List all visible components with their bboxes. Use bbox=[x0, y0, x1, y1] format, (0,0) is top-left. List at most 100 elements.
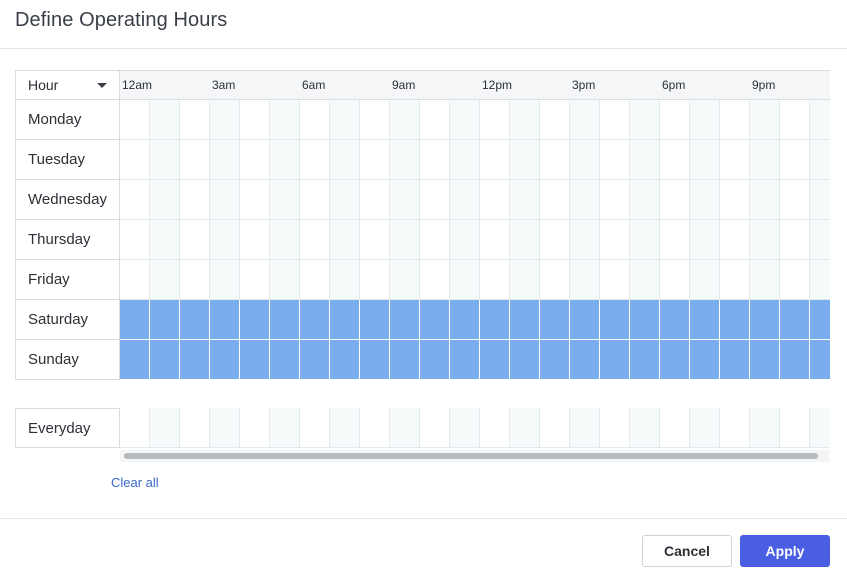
day-hour-cell[interactable] bbox=[240, 260, 270, 300]
day-hour-cell[interactable] bbox=[810, 300, 830, 340]
day-hour-cell[interactable] bbox=[360, 340, 390, 380]
day-hour-cell[interactable] bbox=[270, 180, 300, 220]
everyday-label[interactable]: Everyday bbox=[15, 408, 120, 448]
day-label[interactable]: Monday bbox=[15, 100, 120, 140]
everyday-hour-cell[interactable] bbox=[810, 408, 830, 448]
everyday-hour-cell[interactable] bbox=[720, 408, 750, 448]
day-hour-cell[interactable] bbox=[390, 180, 420, 220]
day-hour-cell[interactable] bbox=[540, 140, 570, 180]
day-hour-cell[interactable] bbox=[420, 300, 450, 340]
day-hour-cell[interactable] bbox=[720, 140, 750, 180]
everyday-hour-cell[interactable] bbox=[390, 408, 420, 448]
day-hour-cell[interactable] bbox=[510, 300, 540, 340]
day-hour-cell[interactable] bbox=[600, 340, 630, 380]
day-hour-cell[interactable] bbox=[690, 180, 720, 220]
day-hour-cell[interactable] bbox=[480, 340, 510, 380]
day-hour-cell[interactable] bbox=[210, 220, 240, 260]
day-hour-cell[interactable] bbox=[210, 300, 240, 340]
day-hour-cell[interactable] bbox=[360, 220, 390, 260]
day-hour-cell[interactable] bbox=[600, 260, 630, 300]
day-hour-cell[interactable] bbox=[120, 100, 150, 140]
day-hour-cell[interactable] bbox=[450, 180, 480, 220]
day-hour-cell[interactable] bbox=[450, 300, 480, 340]
day-hour-cell[interactable] bbox=[210, 140, 240, 180]
day-hour-cell[interactable] bbox=[330, 300, 360, 340]
day-hour-cell[interactable] bbox=[720, 300, 750, 340]
day-hour-cell[interactable] bbox=[120, 340, 150, 380]
day-hour-cell[interactable] bbox=[300, 340, 330, 380]
day-hour-cell[interactable] bbox=[420, 140, 450, 180]
day-hour-cell[interactable] bbox=[120, 260, 150, 300]
day-hour-cell[interactable] bbox=[570, 340, 600, 380]
day-hour-cell[interactable] bbox=[420, 260, 450, 300]
day-hour-cell[interactable] bbox=[450, 260, 480, 300]
day-hour-cell[interactable] bbox=[450, 100, 480, 140]
day-hour-cell[interactable] bbox=[510, 180, 540, 220]
day-hour-cell[interactable] bbox=[780, 300, 810, 340]
day-hour-cell[interactable] bbox=[270, 140, 300, 180]
day-hour-cell[interactable] bbox=[150, 220, 180, 260]
day-hour-cell[interactable] bbox=[540, 300, 570, 340]
day-hour-cell[interactable] bbox=[270, 220, 300, 260]
everyday-hour-cell[interactable] bbox=[300, 408, 330, 448]
day-hour-cell[interactable] bbox=[390, 260, 420, 300]
day-hour-cell[interactable] bbox=[360, 140, 390, 180]
day-hour-cell[interactable] bbox=[630, 300, 660, 340]
day-hour-cell[interactable] bbox=[210, 340, 240, 380]
day-hour-cell[interactable] bbox=[690, 340, 720, 380]
day-hour-cell[interactable] bbox=[180, 140, 210, 180]
day-hour-cell[interactable] bbox=[570, 220, 600, 260]
day-label[interactable]: Friday bbox=[15, 260, 120, 300]
day-hour-cell[interactable] bbox=[150, 300, 180, 340]
day-hour-cell[interactable] bbox=[810, 340, 830, 380]
day-hour-cell[interactable] bbox=[720, 340, 750, 380]
day-hour-cell[interactable] bbox=[510, 100, 540, 140]
day-hour-cell[interactable] bbox=[720, 260, 750, 300]
everyday-hour-cell[interactable] bbox=[180, 408, 210, 448]
day-hour-cell[interactable] bbox=[570, 100, 600, 140]
day-hour-cell[interactable] bbox=[720, 220, 750, 260]
day-hour-cell[interactable] bbox=[180, 260, 210, 300]
apply-button[interactable]: Apply bbox=[740, 535, 830, 567]
day-hour-cell[interactable] bbox=[540, 340, 570, 380]
day-hour-cell[interactable] bbox=[390, 140, 420, 180]
day-hour-cell[interactable] bbox=[330, 100, 360, 140]
day-hour-cell[interactable] bbox=[120, 180, 150, 220]
day-hour-cell[interactable] bbox=[330, 340, 360, 380]
day-hour-cell[interactable] bbox=[480, 260, 510, 300]
day-hour-cell[interactable] bbox=[480, 180, 510, 220]
day-label[interactable]: Saturday bbox=[15, 300, 120, 340]
day-hour-cell[interactable] bbox=[330, 180, 360, 220]
day-hour-cell[interactable] bbox=[240, 140, 270, 180]
everyday-hour-cell[interactable] bbox=[330, 408, 360, 448]
day-hour-cell[interactable] bbox=[330, 220, 360, 260]
day-hour-cell[interactable] bbox=[540, 180, 570, 220]
day-hour-cell[interactable] bbox=[690, 220, 720, 260]
day-hour-cell[interactable] bbox=[240, 340, 270, 380]
day-hour-cell[interactable] bbox=[510, 220, 540, 260]
day-hour-cell[interactable] bbox=[660, 100, 690, 140]
day-hour-cell[interactable] bbox=[300, 180, 330, 220]
day-hour-cell[interactable] bbox=[480, 300, 510, 340]
day-hour-cell[interactable] bbox=[690, 260, 720, 300]
day-hour-cell[interactable] bbox=[480, 140, 510, 180]
day-hour-cell[interactable] bbox=[180, 340, 210, 380]
day-hour-cell[interactable] bbox=[300, 260, 330, 300]
day-hour-cell[interactable] bbox=[240, 300, 270, 340]
day-hour-cell[interactable] bbox=[390, 300, 420, 340]
everyday-hour-cell[interactable] bbox=[750, 408, 780, 448]
day-hour-cell[interactable] bbox=[270, 340, 300, 380]
day-hour-cell[interactable] bbox=[780, 140, 810, 180]
day-hour-cell[interactable] bbox=[300, 140, 330, 180]
everyday-hour-cell[interactable] bbox=[210, 408, 240, 448]
day-hour-cell[interactable] bbox=[420, 180, 450, 220]
everyday-hour-cell[interactable] bbox=[570, 408, 600, 448]
day-hour-cell[interactable] bbox=[690, 140, 720, 180]
day-hour-cell[interactable] bbox=[780, 260, 810, 300]
day-hour-cell[interactable] bbox=[240, 180, 270, 220]
day-hour-cell[interactable] bbox=[330, 260, 360, 300]
day-hour-cell[interactable] bbox=[660, 220, 690, 260]
day-hour-cell[interactable] bbox=[810, 260, 830, 300]
day-hour-cell[interactable] bbox=[570, 260, 600, 300]
day-hour-cell[interactable] bbox=[450, 220, 480, 260]
